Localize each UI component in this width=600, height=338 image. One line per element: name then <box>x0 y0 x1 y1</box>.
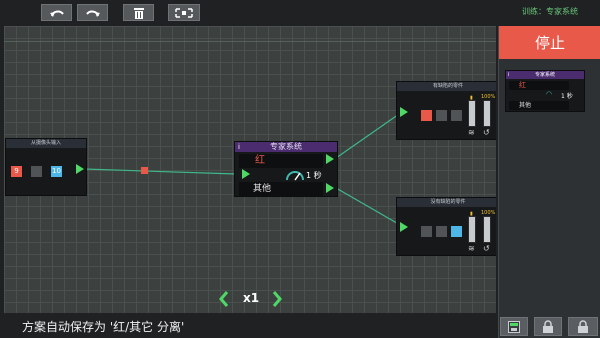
level-bar-fill <box>484 101 490 126</box>
lock-icon <box>578 319 588 333</box>
mini-title: 专家系统 <box>534 72 555 78</box>
gauge-icon <box>286 171 304 181</box>
save-icon <box>508 320 520 333</box>
rule-label: 其他 <box>253 184 272 194</box>
mini-rule-other: 其他 <box>509 101 569 110</box>
mini-expert-node[interactable]: i 专家系统 红 其他 ◠ 1 秒 <box>505 70 585 112</box>
stack-icon[interactable]: ≋ <box>468 128 475 137</box>
output-cell <box>421 226 432 237</box>
timer-label: 1 秒 <box>561 93 573 100</box>
chevron-right-icon[interactable] <box>272 291 282 307</box>
zoom-label: x1 <box>243 291 260 305</box>
top-toolbar: 训练：专家系统 <box>0 0 600 24</box>
level-bar-fill <box>484 217 490 242</box>
signal-packet <box>141 167 148 174</box>
mini-rule-red: 红 <box>509 81 569 90</box>
wire-expert-red <box>335 111 403 159</box>
zoom-control: x1 <box>219 290 283 308</box>
rule-row-red[interactable]: 红 <box>239 154 323 168</box>
camera-cell: 9 <box>11 166 22 177</box>
defective-output-node[interactable]: 有缺陷的零件 ▮ 100% ≋ ↺ <box>396 81 496 140</box>
node-title: 没有缺陷的零件 <box>397 198 496 207</box>
node-title: 从摄像头输入 <box>6 139 86 148</box>
gauge-icon: ◠ <box>546 90 553 98</box>
level-bar[interactable] <box>468 216 476 243</box>
reset-icon[interactable]: ↺ <box>483 244 490 253</box>
level-bar-fill <box>469 101 475 126</box>
rule-label: 红 <box>255 155 265 166</box>
level-bar[interactable] <box>468 100 476 127</box>
output-cell <box>451 226 462 237</box>
undo-arrow-icon <box>49 10 64 17</box>
level-bar[interactable] <box>483 216 491 243</box>
lock-button[interactable] <box>534 317 562 336</box>
wire-expert-other <box>335 187 403 227</box>
rule-label: 其他 <box>519 102 532 109</box>
timer-label: 1 秒 <box>306 171 322 180</box>
undo-button[interactable] <box>41 4 72 21</box>
level-bar[interactable] <box>483 100 491 127</box>
wire-camera-expert <box>83 168 237 175</box>
camera-input-node[interactable]: 从摄像头输入 9 10 <box>5 138 87 196</box>
redo-arrow-icon <box>85 10 100 17</box>
lock-icon <box>543 319 553 333</box>
expert-input-port[interactable] <box>242 169 250 179</box>
camera-cell <box>31 166 42 177</box>
rule-label: 红 <box>519 81 526 89</box>
fit-view-button[interactable] <box>168 4 200 21</box>
redo-button[interactable] <box>77 4 108 21</box>
info-icon[interactable]: i <box>508 71 509 79</box>
lock-button[interactable] <box>568 317 598 336</box>
good-output-node[interactable]: 没有缺陷的零件 ▮ 100% ≋ ↺ <box>396 197 496 256</box>
node-title: 专家系统 <box>270 142 302 151</box>
workspace-canvas[interactable]: 从摄像头输入 9 10 i 专家系统 红 其他 1 秒 有缺陷的零件 ▮ 100… <box>4 26 496 313</box>
right-panel: 停止 i 专家系统 红 其他 ◠ 1 秒 <box>498 26 600 338</box>
reset-icon[interactable]: ↺ <box>483 128 490 137</box>
rule-row-other[interactable]: 其他 <box>239 182 323 196</box>
output-cell <box>436 226 447 237</box>
fit-view-icon <box>175 7 193 18</box>
node-title-bar: i 专家系统 <box>235 142 337 152</box>
expert-output-red-port[interactable] <box>326 154 334 164</box>
chevron-left-icon[interactable] <box>219 291 229 307</box>
defective-input-port[interactable] <box>400 107 408 117</box>
save-button[interactable] <box>500 317 528 336</box>
node-title: 有缺陷的零件 <box>397 82 496 91</box>
expert-output-other-port[interactable] <box>326 183 334 193</box>
stop-button[interactable]: 停止 <box>499 26 600 59</box>
delete-button[interactable] <box>123 4 154 21</box>
trash-icon <box>133 7 144 19</box>
stack-icon[interactable]: ≋ <box>468 244 475 253</box>
training-label: 训练：专家系统 <box>522 7 578 16</box>
mini-title-bar: i 专家系统 <box>506 71 584 79</box>
output-cell <box>451 110 462 121</box>
info-icon[interactable]: i <box>238 142 240 152</box>
output-cell <box>436 110 447 121</box>
camera-cell: 10 <box>51 166 62 177</box>
output-cell <box>421 110 432 121</box>
level-bar-fill <box>469 217 475 242</box>
camera-output-port[interactable] <box>76 164 84 174</box>
good-input-port[interactable] <box>400 222 408 232</box>
autosave-status: 方案自动保存为 '红/其它 分离' <box>22 320 185 334</box>
